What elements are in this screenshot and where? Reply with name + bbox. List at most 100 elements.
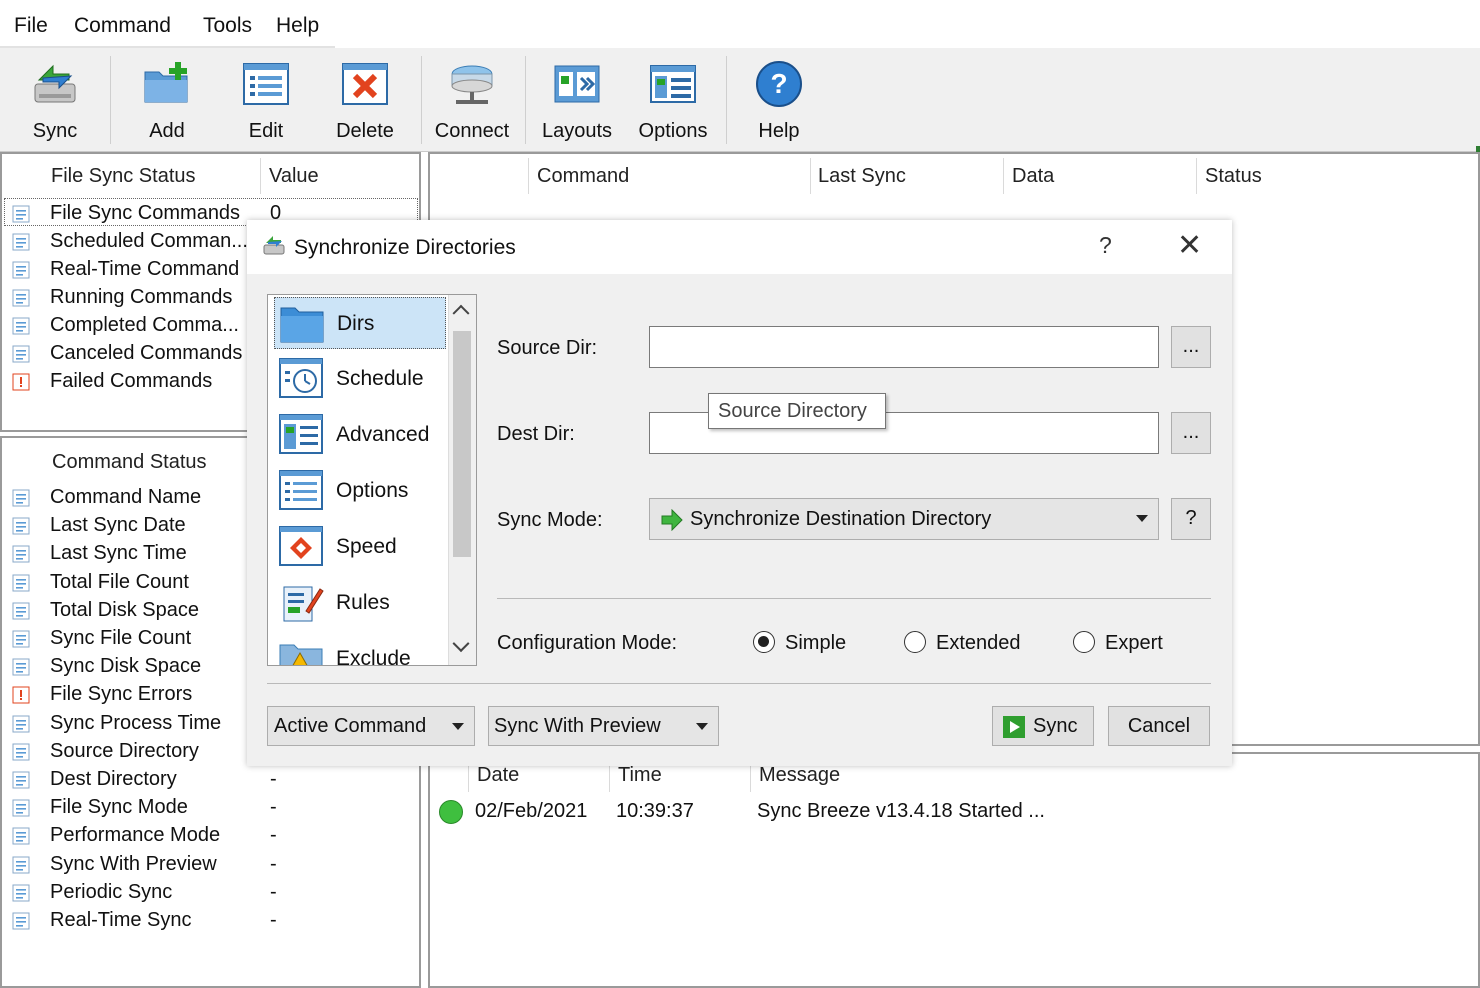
sync-button[interactable]: Sync xyxy=(992,706,1094,746)
synchronize-directories-dialog: Synchronize Directories ? ✕ Dirs Schedul… xyxy=(247,220,1232,766)
scroll-thumb[interactable] xyxy=(453,331,471,557)
source-browse-button[interactable]: ... xyxy=(1171,326,1211,368)
dest-dir-label: Dest Dir: xyxy=(497,423,575,445)
column-divider xyxy=(1003,158,1004,194)
command-row-label: Sync With Preview xyxy=(50,852,217,875)
toolbar-separator xyxy=(110,56,111,144)
preview-mode-value: Sync With Preview xyxy=(494,715,661,737)
cancel-button[interactable]: Cancel xyxy=(1108,706,1210,746)
menu-tools[interactable]: Tools xyxy=(203,14,252,38)
status-row-label: Completed Comma... xyxy=(50,314,239,336)
layouts-toolbar-button[interactable]: Layouts xyxy=(532,48,622,152)
col-message[interactable]: Message xyxy=(759,764,840,787)
toolbar-separator xyxy=(525,56,526,144)
active-command-select[interactable]: Active Command xyxy=(267,706,475,746)
sync-mode-help-button[interactable]: ? xyxy=(1171,498,1211,540)
connect-toolbar-button[interactable]: Connect xyxy=(427,48,517,152)
radio-expert[interactable]: Expert xyxy=(1073,630,1193,656)
col-date[interactable]: Date xyxy=(477,764,519,787)
radio-extended-label: Extended xyxy=(936,632,1021,654)
delete-toolbar-button[interactable]: Delete xyxy=(320,48,410,152)
command-row-label: Real-Time Sync xyxy=(50,909,192,931)
sync-app-icon xyxy=(263,236,285,255)
tooltip-text: Source Directory xyxy=(718,400,867,422)
dialog-nav-list: Dirs Schedule Advanced Options Speed Rul… xyxy=(267,294,477,666)
command-row-label: Dest Directory xyxy=(50,768,177,790)
nav-advanced-label: Advanced xyxy=(336,423,430,446)
chevron-down-icon xyxy=(696,723,708,730)
command-row-label: Command Name xyxy=(50,486,202,508)
command-status-row[interactable]: Dest Directory - xyxy=(12,766,412,794)
radio-expert-label: Expert xyxy=(1105,632,1163,654)
col-last-sync[interactable]: Last Sync xyxy=(818,165,906,188)
nav-scrollbar[interactable] xyxy=(448,295,476,665)
help-toolbar-button[interactable]: ? Help xyxy=(734,48,824,152)
status-row-label: Canceled Commands xyxy=(50,342,243,364)
options-toolbar-button[interactable]: Options xyxy=(628,48,718,152)
status-row-label: Running Commands xyxy=(50,286,233,308)
radio-extended[interactable]: Extended xyxy=(904,630,1044,656)
document-icon xyxy=(12,743,30,761)
command-status-row[interactable]: Periodic Sync - xyxy=(12,879,412,907)
command-status-row[interactable]: Real-Time Sync - xyxy=(12,907,412,935)
nav-schedule[interactable]: Schedule xyxy=(274,353,446,405)
dialog-help-button[interactable]: ? xyxy=(1099,232,1112,259)
nav-advanced[interactable]: Advanced xyxy=(274,409,446,461)
col-command[interactable]: Command xyxy=(537,165,629,188)
sync-toolbar-button[interactable]: Sync xyxy=(10,48,100,152)
help-icon: ? xyxy=(756,61,802,107)
delete-toolbar-label: Delete xyxy=(336,120,394,142)
scroll-down-icon[interactable] xyxy=(452,635,470,653)
toolbar-separator xyxy=(726,56,727,144)
error-icon xyxy=(12,373,30,391)
menu-command[interactable]: Command xyxy=(74,14,171,38)
options-toolbar-label: Options xyxy=(638,120,708,142)
sync-mode-select[interactable]: Synchronize Destination Directory xyxy=(649,498,1159,540)
col-file-sync-status[interactable]: File Sync Status xyxy=(51,165,196,188)
nav-exclude[interactable]: Exclude xyxy=(274,633,446,666)
command-row-label: Last Sync Date xyxy=(50,514,186,537)
add-toolbar-button[interactable]: Add xyxy=(122,48,212,152)
dest-browse-button[interactable]: ... xyxy=(1171,412,1211,454)
document-icon xyxy=(12,289,30,307)
column-divider xyxy=(260,158,261,194)
col-value[interactable]: Value xyxy=(269,165,319,188)
col-command-status[interactable]: Command Status xyxy=(52,451,207,474)
menu-file[interactable]: File xyxy=(14,14,48,38)
scroll-up-icon[interactable] xyxy=(452,304,470,322)
col-status[interactable]: Status xyxy=(1205,165,1262,188)
nav-options-label: Options xyxy=(336,479,409,502)
command-status-row[interactable]: File Sync Mode - xyxy=(12,794,412,822)
dialog-divider xyxy=(267,683,1211,684)
dialog-title: Synchronize Directories xyxy=(294,236,516,259)
edit-list-icon xyxy=(243,63,289,105)
preview-mode-select[interactable]: Sync With Preview xyxy=(488,706,719,746)
chevron-down-icon xyxy=(1136,515,1148,522)
source-dir-input[interactable] xyxy=(649,326,1159,368)
dialog-close-button[interactable]: ✕ xyxy=(1177,228,1202,263)
nav-speed[interactable]: Speed xyxy=(274,521,446,573)
toolbar-separator xyxy=(421,56,422,144)
nav-dirs-label: Dirs xyxy=(337,312,375,335)
edit-toolbar-button[interactable]: Edit xyxy=(221,48,311,152)
nav-rules[interactable]: Rules xyxy=(274,577,446,629)
sync-mode-label: Sync Mode: xyxy=(497,509,603,531)
nav-exclude-label: Exclude xyxy=(336,647,411,666)
log-row[interactable]: 02/Feb/2021 10:39:37 Sync Breeze v13.4.1… xyxy=(430,796,1470,828)
document-icon xyxy=(12,856,30,874)
nav-options[interactable]: Options xyxy=(274,465,446,517)
nav-dirs[interactable]: Dirs xyxy=(274,297,446,349)
menu-help[interactable]: Help xyxy=(276,14,319,38)
col-time[interactable]: Time xyxy=(618,764,662,787)
col-data[interactable]: Data xyxy=(1012,165,1054,188)
command-status-row[interactable]: Performance Mode - xyxy=(12,822,412,850)
dialog-title-bar[interactable]: Synchronize Directories ? ✕ xyxy=(247,220,1232,274)
options-list-icon xyxy=(279,470,323,510)
toolbar: Sync Add Edit Delete Connect Layouts Opt… xyxy=(0,48,1480,186)
command-row-label: Last Sync Time xyxy=(50,542,187,565)
radio-simple[interactable]: Simple xyxy=(753,630,873,656)
command-status-row[interactable]: Sync With Preview - xyxy=(12,851,412,879)
sync-toolbar-label: Sync xyxy=(32,120,78,142)
document-icon xyxy=(12,771,30,789)
active-command-value: Active Command xyxy=(274,715,427,737)
